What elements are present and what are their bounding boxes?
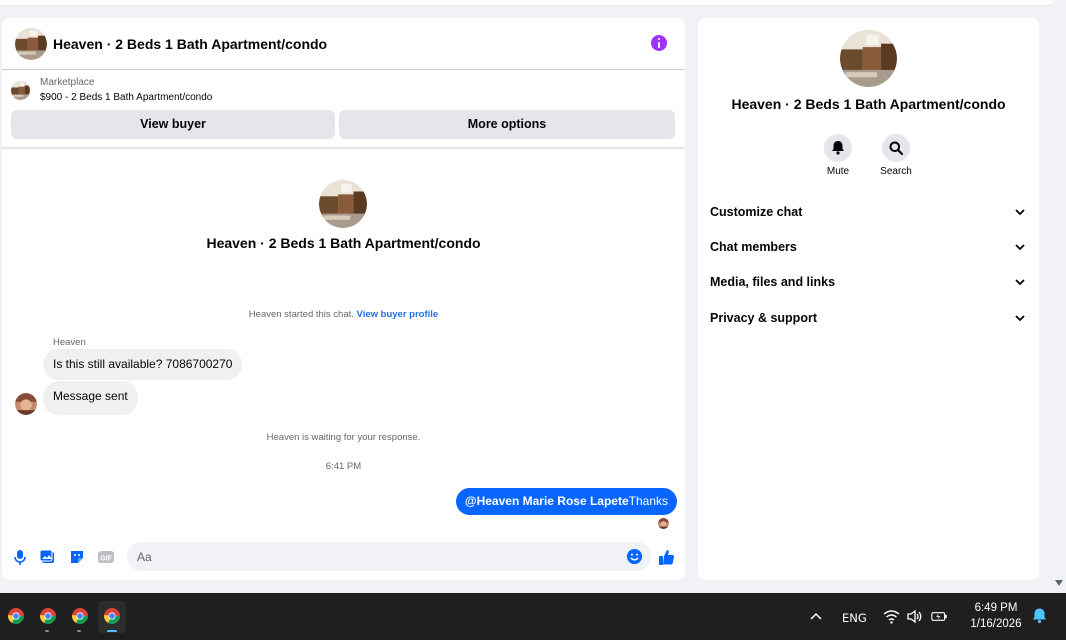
notification-bell-icon[interactable]: [1031, 607, 1048, 624]
view-buyer-profile-link[interactable]: View buyer profile: [357, 309, 439, 320]
outgoing-message[interactable]: @Heaven Marie Rose LapeteThanks: [455, 488, 677, 515]
search-label: Search: [880, 166, 912, 177]
language-indicator[interactable]: ENG: [842, 611, 867, 625]
chevron-down-icon: [1015, 209, 1025, 216]
microphone-icon[interactable]: [11, 548, 29, 566]
menu-privacy-support[interactable]: Privacy & support: [698, 302, 1039, 334]
mute-button[interactable]: Mute: [813, 134, 863, 177]
bell-icon: [832, 141, 844, 155]
marketplace-label: Marketplace: [40, 77, 95, 88]
taskbar-chrome-3[interactable]: [66, 601, 94, 633]
message-input[interactable]: [127, 542, 651, 571]
chat-started-text: Heaven started this chat.: [248, 309, 354, 320]
mention[interactable]: @Heaven Marie Rose Lapete: [465, 494, 629, 508]
view-buyer-button[interactable]: View buyer: [11, 110, 335, 139]
menu-media-files-links[interactable]: Media, files and links: [698, 266, 1039, 298]
chevron-down-icon: [1015, 244, 1025, 251]
sender-name: Heaven: [53, 337, 86, 348]
mute-label: Mute: [826, 166, 850, 177]
search-icon: [889, 141, 903, 155]
chrome-icon: [104, 608, 120, 624]
running-indicator: [77, 630, 81, 632]
taskbar-chrome-4[interactable]: [98, 601, 126, 633]
outgoing-message-text: Thanks: [628, 494, 668, 508]
chrome-icon: [40, 608, 56, 624]
taskbar: ENG 6:49 PM 1/16/2026: [0, 593, 1066, 640]
menu-label: Media, files and links: [710, 275, 836, 289]
info-title: Heaven · 2 Beds 1 Bath Apartment/condo: [731, 96, 1006, 112]
menu-chat-members[interactable]: Chat members: [698, 231, 1039, 263]
chevron-up-icon[interactable]: [810, 611, 822, 621]
conversation-title: Heaven · 2 Beds 1 Bath Apartment/condo: [206, 235, 481, 251]
chevron-down-icon: [1015, 279, 1025, 286]
svg-text:GIF: GIF: [100, 556, 112, 563]
menu-label: Privacy & support: [710, 311, 817, 325]
gif-icon[interactable]: GIF: [97, 548, 115, 566]
seen-avatar: [658, 518, 669, 529]
info-avatar[interactable]: [840, 30, 897, 87]
photo-icon[interactable]: [39, 548, 57, 566]
menu-label: Customize chat: [710, 205, 803, 219]
speaker-icon[interactable]: [906, 608, 923, 625]
chrome-icon: [72, 608, 88, 624]
wifi-icon[interactable]: [883, 608, 900, 625]
incoming-message[interactable]: Message sent: [43, 381, 138, 415]
info-icon[interactable]: [651, 35, 667, 51]
active-indicator: [107, 630, 117, 632]
scroll-down-arrow-icon[interactable]: [1055, 580, 1063, 586]
menu-customize-chat[interactable]: Customize chat: [698, 196, 1039, 228]
conversation-avatar[interactable]: [319, 180, 367, 228]
listing-thumbnail[interactable]: [11, 81, 30, 100]
chat-title[interactable]: Heaven · 2 Beds 1 Bath Apartment/condo: [53, 36, 327, 52]
chat-panel: Heaven · 2 Beds 1 Bath Apartment/condo M…: [2, 18, 685, 580]
page-scrollbar[interactable]: [1052, 0, 1066, 593]
chat-started-notice: Heaven started this chat. View buyer pro…: [2, 309, 685, 320]
window-top-strip: [0, 0, 1052, 6]
search-button[interactable]: Search: [871, 134, 921, 177]
divider: [2, 147, 685, 150]
listing-price-title[interactable]: $900 - 2 Beds 1 Bath Apartment/condo: [40, 92, 212, 103]
sender-avatar[interactable]: [15, 393, 37, 415]
emoji-icon[interactable]: [626, 548, 643, 565]
clock-date[interactable]: 1/16/2026: [960, 618, 1032, 630]
thumbs-up-icon[interactable]: [658, 548, 676, 566]
taskbar-chrome-1[interactable]: [2, 601, 30, 633]
incoming-message[interactable]: Is this still available? 7086700270: [43, 349, 243, 380]
taskbar-chrome-2[interactable]: [34, 601, 62, 633]
chevron-down-icon: [1015, 315, 1025, 322]
running-indicator: [45, 630, 49, 632]
battery-icon[interactable]: [931, 608, 948, 625]
clock-time[interactable]: 6:49 PM: [960, 602, 1032, 614]
chat-header: Heaven · 2 Beds 1 Bath Apartment/condo: [2, 18, 685, 70]
waiting-notice: Heaven is waiting for your response.: [266, 432, 421, 443]
sticker-icon[interactable]: [68, 548, 86, 566]
message-composer: GIF: [2, 538, 685, 580]
chrome-icon: [8, 608, 24, 624]
chat-info-panel: Heaven · 2 Beds 1 Bath Apartment/condo M…: [698, 18, 1039, 580]
message-timestamp: 6:41 PM: [325, 461, 362, 472]
menu-label: Chat members: [710, 240, 797, 254]
chat-avatar[interactable]: [15, 28, 47, 60]
marketplace-listing: Marketplace $900 - 2 Beds 1 Bath Apartme…: [2, 71, 685, 147]
more-options-button[interactable]: More options: [339, 110, 675, 139]
